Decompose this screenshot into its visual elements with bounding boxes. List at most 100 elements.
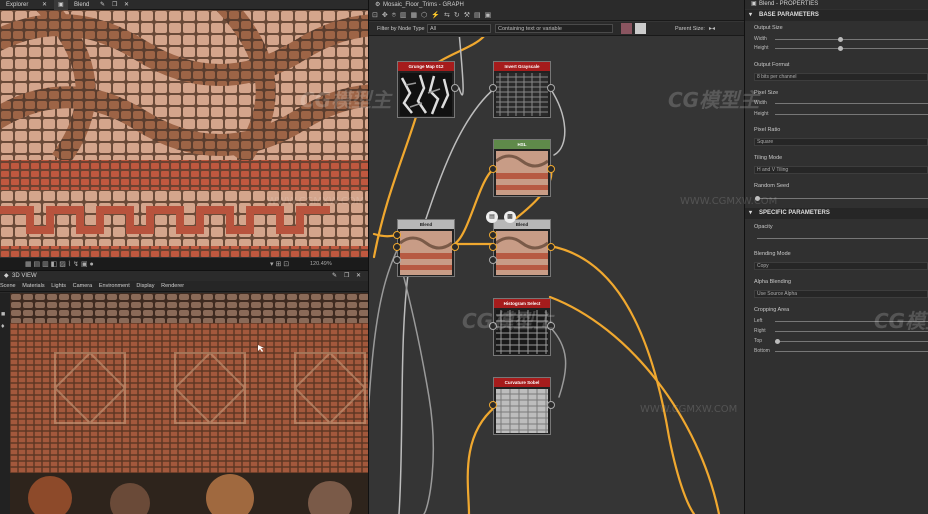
graph-filter-bar: Filter by Node Type All Containing text … — [369, 22, 744, 36]
tiling-mode-dropdown[interactable]: H and V Tiling — [754, 166, 928, 174]
output-format-dropdown[interactable]: 8 bits per channel — [754, 73, 928, 81]
graph-title[interactable]: Mosaic_Floor_Trims - GRAPH — [379, 0, 468, 10]
opacity-slider[interactable] — [757, 238, 928, 239]
base-parameters-header[interactable]: ▾ BASE PARAMETERS — [745, 10, 928, 21]
camera-icon[interactable]: ■ — [1, 311, 5, 318]
input-port[interactable] — [489, 401, 497, 409]
input-port-background[interactable] — [489, 243, 497, 251]
menu-scene[interactable]: Scene — [0, 281, 16, 292]
close-icon[interactable]: ✕ — [38, 0, 51, 10]
alpha-blending-label: Alpha Blending — [754, 279, 792, 285]
random-seed-slider[interactable] — [757, 198, 928, 199]
width-slider-handle[interactable] — [838, 37, 843, 42]
watermark-url: WWW.CGMXW.COM — [267, 196, 365, 207]
light-icon[interactable]: ♦ — [1, 323, 5, 330]
node-grunge-map[interactable]: Grunge Map 012 — [397, 61, 459, 118]
cropping-area-label: Cropping Area — [754, 307, 790, 313]
menu-materials[interactable]: Materials — [22, 281, 44, 292]
properties-title: Blend - PROPERTIES — [759, 1, 819, 7]
mosaic-texture-image — [0, 10, 368, 258]
node-thumbnail — [496, 73, 548, 116]
input-port-foreground[interactable] — [489, 231, 497, 239]
base-parameters-label: BASE PARAMETERS — [759, 12, 819, 18]
menu-environment[interactable]: Environment — [99, 281, 130, 292]
graph-panel: ⚙ Mosaic_Floor_Trims - GRAPH ⊡✥⌾▥▦⬡⚡⇆↻⚒▤… — [369, 0, 744, 514]
filter-node-type-select[interactable]: All — [427, 24, 491, 33]
node-display-icon[interactable]: ▩ — [504, 211, 516, 223]
alpha-blending-dropdown[interactable]: Use Source Alpha — [754, 290, 928, 298]
node-hsl[interactable]: HSL — [489, 139, 555, 197]
filter-label: Filter by Node Type — [377, 26, 425, 32]
input-port-mask[interactable] — [489, 256, 497, 264]
input-port-foreground[interactable] — [393, 231, 401, 239]
blending-mode-dropdown[interactable]: Copy — [754, 262, 928, 270]
crop-top-slider[interactable] — [775, 341, 928, 342]
tab-explorer[interactable]: Explorer — [2, 0, 32, 10]
pixel-size-height-slider[interactable] — [775, 114, 928, 115]
width-slider[interactable] — [775, 39, 928, 40]
3d-render-viewport[interactable] — [10, 293, 368, 514]
pixel-size-width-slider[interactable] — [775, 103, 928, 104]
node-thumbnail — [399, 231, 453, 275]
menu-camera[interactable]: Camera — [73, 281, 93, 292]
panel-divider[interactable] — [744, 0, 745, 514]
close-icon[interactable]: ✕ — [352, 271, 365, 281]
crop-top-handle[interactable] — [775, 339, 780, 344]
height-slider-handle[interactable] — [838, 46, 843, 51]
3d-view-tab-bar: ◆ 3D VIEW ✎ ❐ ✕ — [0, 271, 368, 281]
parent-size-label: Parent Size: — [675, 26, 705, 32]
frame-icon[interactable] — [635, 23, 646, 34]
output-port[interactable] — [547, 165, 555, 173]
watermark-logo: CG模型主 — [462, 309, 554, 333]
input-port-background[interactable] — [393, 243, 401, 251]
close-icon[interactable]: ✕ — [120, 0, 133, 10]
panel-divider[interactable] — [368, 0, 369, 514]
pixel-ratio-label: Pixel Ratio — [754, 127, 781, 133]
zoom-level: 120.49% — [310, 261, 332, 267]
node-title: Blend — [494, 220, 550, 229]
node-blend-left[interactable]: Blend — [393, 219, 459, 277]
tab-blend-2d[interactable]: Blend — [70, 0, 93, 10]
2d-texture-preview[interactable] — [0, 10, 368, 258]
output-port[interactable] — [451, 84, 459, 92]
specific-parameters-header[interactable]: ▾ SPECIFIC PARAMETERS — [745, 208, 928, 219]
3d-view-panel: ◆ 3D VIEW ✎ ❐ ✕ Scene Materials Lights C… — [0, 271, 368, 514]
input-port-mask[interactable] — [393, 256, 401, 264]
output-port[interactable] — [547, 243, 555, 251]
menu-renderer[interactable]: Renderer — [161, 281, 184, 292]
crop-left-label: Left — [754, 318, 763, 324]
node-invert-grayscale[interactable]: Invert Grayscale — [489, 61, 555, 118]
color-swatch-icon[interactable] — [621, 23, 632, 34]
panel-divider[interactable] — [0, 270, 368, 271]
graph-tools-icons[interactable]: ⊡✥⌾▥▦⬡⚡⇆↻⚒▤▣ — [372, 11, 495, 20]
input-port[interactable] — [489, 84, 497, 92]
graph-tab-bar: ⚙ Mosaic_Floor_Trims - GRAPH — [369, 0, 744, 10]
node-title: Grunge Map 012 — [398, 62, 454, 71]
view-tools-icons[interactable]: ▦ ▤ ▥ ◧ ▨ ⌇ ↯ ▣ ● — [25, 260, 94, 268]
output-port[interactable] — [451, 243, 459, 251]
zoom-icons[interactable]: ▾ ⊞ ⊡ — [270, 260, 289, 268]
specific-parameters-label: SPECIFIC PARAMETERS — [759, 210, 830, 216]
blending-mode-value: Copy — [757, 263, 769, 269]
input-port[interactable] — [489, 165, 497, 173]
height-slider[interactable] — [775, 48, 928, 49]
watermark-url: WWW.CGMXW.COM — [640, 404, 738, 415]
output-port[interactable] — [547, 84, 555, 92]
node-thumbnail — [400, 73, 452, 116]
search-input[interactable]: Containing text or variable — [495, 24, 613, 33]
menu-lights[interactable]: Lights — [51, 281, 66, 292]
graph-toolbar: ⊡✥⌾▥▦⬡⚡⇆↻⚒▤▣ — [369, 10, 744, 21]
pixel-ratio-dropdown[interactable]: Square — [754, 138, 928, 146]
3d-mosaic-render — [10, 293, 368, 514]
node-curvature-sobel[interactable]: Curvature Sobel — [489, 377, 555, 435]
more-icon[interactable]: ▸◂ — [709, 25, 715, 32]
crop-bottom-slider[interactable] — [775, 351, 928, 352]
random-seed-label: Random Seed — [754, 183, 790, 189]
node-edit-icon[interactable]: ▤ — [486, 211, 498, 223]
node-blend-right[interactable]: Blend — [489, 219, 555, 277]
crop-top-label: Top — [754, 338, 763, 344]
tab-3d-view[interactable]: 3D VIEW — [8, 271, 41, 281]
output-port[interactable] — [547, 401, 555, 409]
menu-display[interactable]: Display — [136, 281, 154, 292]
alpha-blending-value: Use Source Alpha — [757, 291, 798, 297]
